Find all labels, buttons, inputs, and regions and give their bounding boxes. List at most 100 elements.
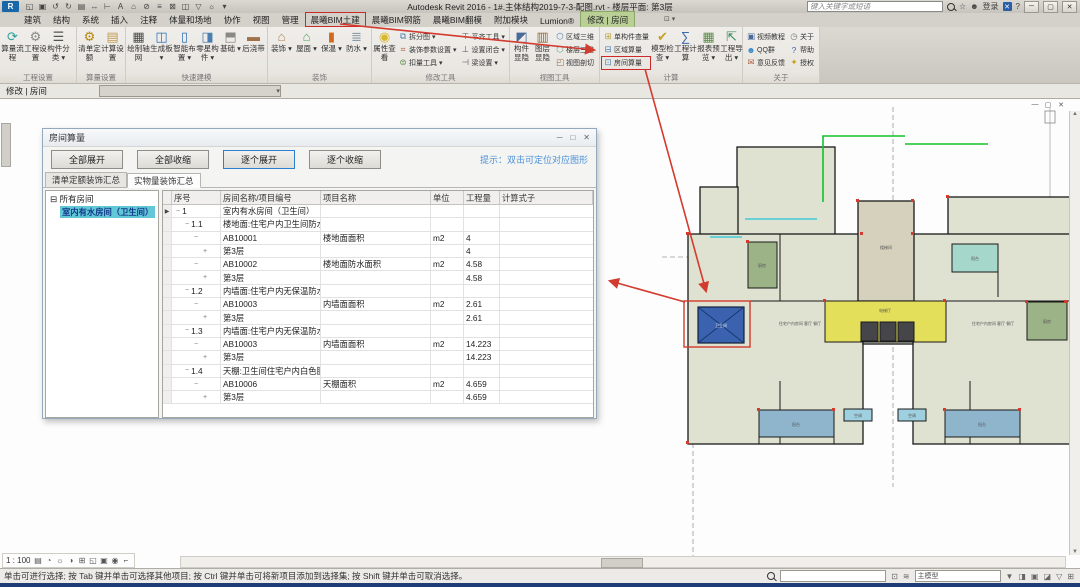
tab-insert[interactable]: 插入 (105, 12, 134, 27)
elevator-3[interactable] (898, 322, 914, 341)
list-quota-button[interactable]: ⚙ 清单定额 (78, 28, 101, 74)
ribbon-display-toggle[interactable]: ⊡ ▾ (660, 13, 679, 25)
waterproof-button[interactable]: ≣ 防水 ▾ (344, 28, 369, 74)
3d-view-icon[interactable]: ⌂ (127, 2, 140, 11)
table-row[interactable]: + 第3层 4.659 (163, 391, 593, 404)
deduction-tools-button[interactable]: ⊜ 扣量工具 ▾ (396, 56, 458, 69)
tab-collaborate[interactable]: 协作 (218, 12, 247, 27)
tab-systems[interactable]: 系统 (76, 12, 105, 27)
table-row[interactable]: + 第3层 4 (163, 245, 593, 258)
crop-region-icon[interactable]: ◱ (87, 556, 98, 565)
tab-massing-site[interactable]: 体量和场地 (163, 12, 218, 27)
editable-only-icon[interactable]: ▼ (1006, 572, 1014, 581)
tab-physical-quantity-summary[interactable]: 实物量装饰汇总 (127, 173, 201, 188)
customize-icon[interactable]: ▾ (218, 2, 231, 11)
tab-view[interactable]: 视图 (247, 12, 276, 27)
render-icon[interactable]: ☼ (205, 2, 218, 11)
vertical-scrollbar-thumb[interactable] (1, 123, 11, 167)
expand-all-button[interactable]: 全部展开 (51, 150, 123, 169)
tab-chenxi-bim-rebar[interactable]: 晨曦BIM钢筋 (366, 12, 427, 27)
table-row[interactable]: −1.3 内墙面:住宅户内无保温防水墙... (163, 325, 593, 338)
region-quantity-button[interactable]: ⊟ 区域算量 (601, 43, 651, 56)
text-icon[interactable]: A (114, 2, 127, 11)
minimize-button[interactable]: ─ (1024, 1, 1039, 13)
license-button[interactable]: ✦ 授权 (787, 56, 816, 69)
tree-item-wet-rooms[interactable]: 室内有水房间（卫生间） (60, 206, 155, 218)
exclude-options-icon[interactable]: ◨ (1018, 572, 1026, 581)
misc-component-button[interactable]: ◨ 零星构件 ▾ (196, 28, 219, 74)
project-settings-button[interactable]: ⚙ 工程设置 (24, 28, 47, 74)
tab-chenxi-bim-civil[interactable]: 晨曦BIM土建 (305, 12, 366, 27)
component-visibility-button[interactable]: ◩ 构件显隐 (511, 28, 532, 74)
measure-icon[interactable]: ↔ (88, 2, 101, 11)
reveal-hidden-icon[interactable]: ◉ (109, 556, 120, 565)
analytical-model-icon[interactable]: ⌐ (120, 556, 131, 565)
table-row[interactable]: −1.4 天棚:卫生间住宅户内白色腻子 (163, 365, 593, 378)
press-drag-icon[interactable]: ▣ (1031, 572, 1039, 581)
table-row[interactable]: − AB10006 天棚面积 m2 4.659 (163, 378, 593, 391)
elevator-1[interactable] (861, 322, 878, 341)
maximize-button[interactable]: ▢ (1043, 1, 1058, 13)
table-row[interactable]: −1.1 楼地面:住宅户内卫生间防水楼... (163, 218, 593, 231)
decor-param-settings-button[interactable]: ⌗ 装饰参数设置 ▾ (396, 43, 458, 56)
qq-group-button[interactable]: ☻ QQ群 (744, 43, 787, 56)
layer-visibility-button[interactable]: ▥ 图层显隐 (532, 28, 553, 74)
dialog-title-bar[interactable]: 房间算量 ─ □ ✕ (43, 129, 596, 147)
design-options-icon[interactable]: ≋ (903, 572, 910, 581)
tab-chenxi-bim-model[interactable]: 晨曦BIM翻模 (427, 12, 488, 27)
about-button[interactable]: ◷ 关于 (787, 30, 816, 43)
single-component-query-button[interactable]: ⊞ 单构件查量 (601, 30, 651, 43)
table-row[interactable]: − AB10003 内墙面面积 m2 14.223 (163, 338, 593, 351)
table-row[interactable]: + 第3层 2.61 (163, 311, 593, 324)
tab-modify-room[interactable]: 修改 | 房间 (580, 11, 635, 27)
tab-list-quota-summary[interactable]: 清单定额装饰汇总 (45, 172, 127, 187)
region-3d-button[interactable]: ⬡ 区域三维 (553, 30, 596, 43)
dialog-close-icon[interactable]: ✕ (583, 133, 590, 142)
expand-one-button[interactable]: 逐个展开 (223, 150, 295, 169)
horizontal-scrollbar[interactable] (180, 556, 1066, 568)
worksets-combo[interactable] (780, 570, 886, 582)
temporary-hide-icon[interactable]: ▣ (98, 556, 109, 565)
table-row[interactable]: − AB10001 楼地面面积 m2 4 (163, 232, 593, 245)
select-pinned-icon[interactable]: ▽ (1056, 572, 1062, 581)
quantity-flow-button[interactable]: ⟳ 算量流程 (1, 28, 24, 74)
tree-item-all-rooms[interactable]: ⊟ 所有房间 (46, 191, 158, 205)
feedback-button[interactable]: ✉ 意见反馈 (744, 56, 787, 69)
property-view-button[interactable]: ◉ 属性查看 (373, 28, 396, 74)
insulation-button[interactable]: ▮ 保温 ▾ (319, 28, 344, 74)
table-row[interactable]: + 第3层 4.58 (163, 271, 593, 284)
tab-architecture[interactable]: 建筑 (18, 12, 47, 27)
dialog-maximize-icon[interactable]: □ (570, 133, 575, 142)
redo-icon[interactable]: ↻ (62, 2, 75, 11)
set-closure-button[interactable]: ⊥ 设置闭合 ▾ (458, 43, 506, 56)
section-icon[interactable]: ⊘ (140, 2, 153, 11)
collapse-one-button[interactable]: 逐个收缩 (309, 150, 381, 169)
report-preview-button[interactable]: ▦ 报表预览 ▾ (697, 28, 720, 74)
revit-logo[interactable]: R (2, 1, 19, 12)
draw-grid-button[interactable]: ▦ 绘制轴网 (127, 28, 150, 74)
print-icon[interactable]: ▤ (75, 2, 88, 11)
select-links-icon[interactable]: ◪ (1044, 572, 1052, 581)
smart-layout-button[interactable]: ▯ 智能布置 ▾ (173, 28, 196, 74)
switch-windows-icon[interactable]: ◫ (179, 2, 192, 11)
tab-annotate[interactable]: 注释 (134, 12, 163, 27)
table-row[interactable]: − AB10002 楼地面防水面积 m2 4.58 (163, 258, 593, 271)
open-icon[interactable]: ◱ (23, 2, 36, 11)
crop-view-icon[interactable]: ⊞ (76, 556, 87, 565)
component-category-button[interactable]: ☰ 构件分类 ▾ (47, 28, 70, 74)
split-drawing-button[interactable]: ⧉ 拆分图 ▾ (396, 30, 458, 43)
vertical-scrollbar[interactable]: ▲▼ (1069, 111, 1080, 555)
options-combo[interactable]: ▾ (99, 85, 281, 97)
elevator-2[interactable] (880, 322, 896, 341)
roofing-button[interactable]: ⌂ 屋面 ▾ (294, 28, 319, 74)
login-button[interactable]: 登录 (983, 1, 999, 12)
table-row[interactable]: − AB10003 内墙面面积 m2 2.61 (163, 298, 593, 311)
collapse-all-button[interactable]: 全部收缩 (137, 150, 209, 169)
horizontal-scrollbar-thumb[interactable] (601, 558, 643, 568)
decoration-button[interactable]: ⌂ 装饰 ▾ (269, 28, 294, 74)
find-icon[interactable] (767, 572, 775, 580)
filter-icon[interactable]: ▽ (192, 2, 205, 11)
model-check-button[interactable]: ✔ 模型检查 ▾ (651, 28, 674, 74)
view-scale[interactable]: 1 : 100 (6, 556, 30, 565)
floor-3d-button[interactable]: ⬡ 楼层三维 (553, 43, 596, 56)
